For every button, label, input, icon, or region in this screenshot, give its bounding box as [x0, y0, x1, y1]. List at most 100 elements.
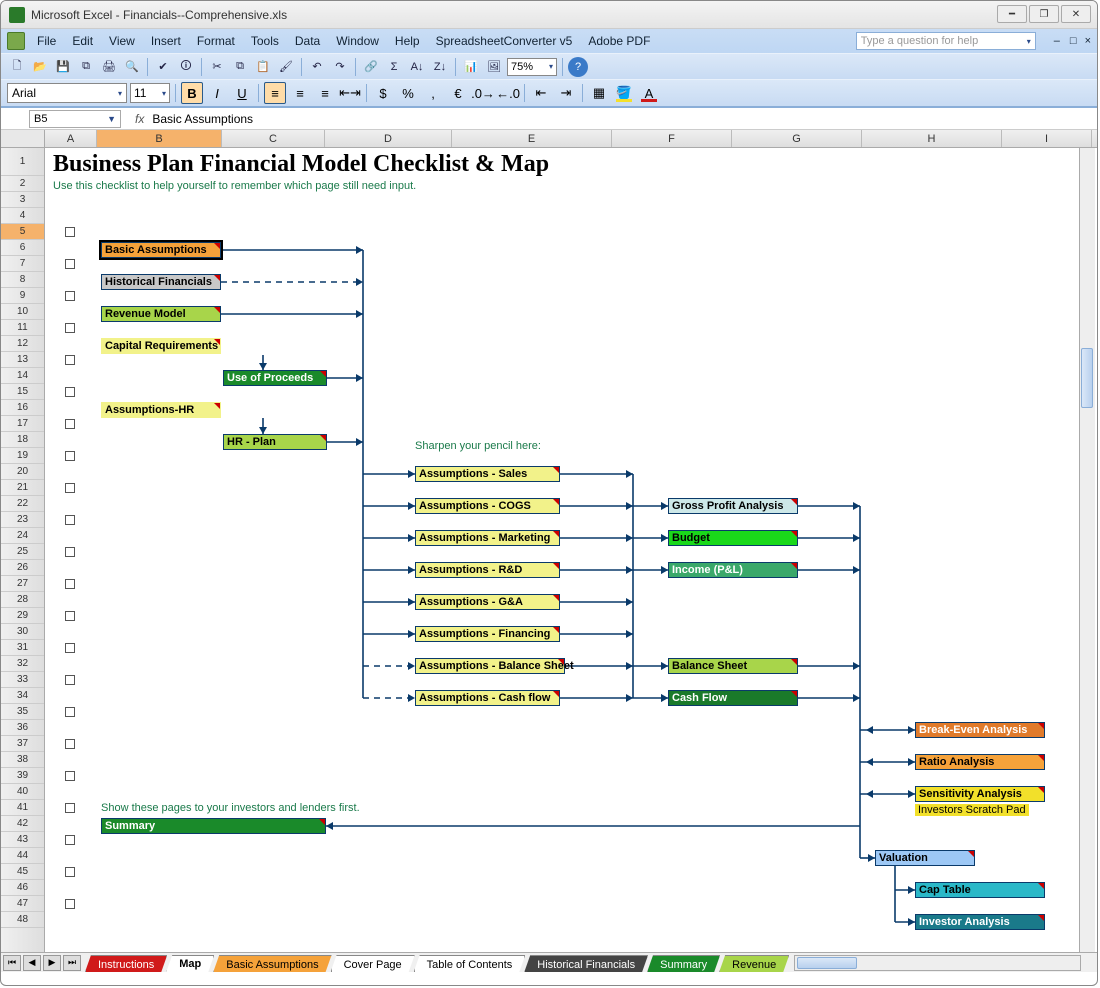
- checkbox-row-43[interactable]: [65, 835, 75, 845]
- spellcheck-icon[interactable]: ✔: [153, 57, 173, 77]
- format-painter-icon[interactable]: 🖌: [276, 57, 296, 77]
- align-center-button[interactable]: ≡: [289, 82, 311, 104]
- checkbox-row-37[interactable]: [65, 739, 75, 749]
- checkbox-row-45[interactable]: [65, 867, 75, 877]
- euro-button[interactable]: €: [447, 82, 469, 104]
- menu-file[interactable]: File: [29, 32, 64, 50]
- horizontal-scroll-thumb[interactable]: [797, 957, 857, 969]
- node-budget[interactable]: Budget: [668, 530, 798, 546]
- print-icon[interactable]: 🖨: [99, 57, 119, 77]
- checkbox-row-7[interactable]: [65, 259, 75, 269]
- menu-view[interactable]: View: [101, 32, 143, 50]
- row-header-40[interactable]: 40: [1, 784, 44, 800]
- row-header-5[interactable]: 5: [1, 224, 44, 240]
- drawing-icon[interactable]: 🖼: [484, 57, 504, 77]
- node-ard[interactable]: Assumptions - R&D: [415, 562, 560, 578]
- col-header-G[interactable]: G: [732, 130, 862, 147]
- col-header-A[interactable]: A: [45, 130, 97, 147]
- row-header-29[interactable]: 29: [1, 608, 44, 624]
- zoom-combobox[interactable]: 75%▾: [507, 58, 557, 76]
- checkbox-row-27[interactable]: [65, 579, 75, 589]
- sheet-tab-basic-assumptions[interactable]: Basic Assumptions: [213, 955, 331, 972]
- checkbox-row-41[interactable]: [65, 803, 75, 813]
- underline-button[interactable]: U: [231, 82, 253, 104]
- node-bea[interactable]: Break-Even Analysis: [915, 722, 1045, 738]
- doc-minimize[interactable]: –: [1054, 35, 1060, 47]
- sort-desc-icon[interactable]: Z↓: [430, 57, 450, 77]
- row-header-21[interactable]: 21: [1, 480, 44, 496]
- node-basic[interactable]: Basic Assumptions: [101, 242, 221, 258]
- fx-icon[interactable]: fx: [135, 112, 144, 126]
- node-afin[interactable]: Assumptions - Financing: [415, 626, 560, 642]
- node-amkt[interactable]: Assumptions - Marketing: [415, 530, 560, 546]
- row-header-17[interactable]: 17: [1, 416, 44, 432]
- horizontal-scrollbar[interactable]: [794, 955, 1081, 971]
- sheet-tab-summary[interactable]: Summary: [647, 955, 720, 972]
- row-header-11[interactable]: 11: [1, 320, 44, 336]
- undo-icon[interactable]: ↶: [307, 57, 327, 77]
- decrease-decimal-button[interactable]: ←.0: [497, 82, 519, 104]
- node-hist[interactable]: Historical Financials: [101, 274, 221, 290]
- menu-data[interactable]: Data: [287, 32, 328, 50]
- node-ratio[interactable]: Ratio Analysis: [915, 754, 1045, 770]
- node-invan[interactable]: Investor Analysis: [915, 914, 1045, 930]
- row-header-8[interactable]: 8: [1, 272, 44, 288]
- row-header-46[interactable]: 46: [1, 880, 44, 896]
- node-acf[interactable]: Assumptions - Cash flow: [415, 690, 560, 706]
- save-icon[interactable]: 💾: [53, 57, 73, 77]
- node-valuation[interactable]: Valuation: [875, 850, 975, 866]
- doc-close[interactable]: ×: [1085, 35, 1091, 47]
- row-header-39[interactable]: 39: [1, 768, 44, 784]
- help-icon[interactable]: ?: [568, 57, 588, 77]
- node-acogs[interactable]: Assumptions - COGS: [415, 498, 560, 514]
- menu-tools[interactable]: Tools: [243, 32, 287, 50]
- row-header-4[interactable]: 4: [1, 208, 44, 224]
- align-left-button[interactable]: ≡: [264, 82, 286, 104]
- borders-button[interactable]: ▦: [588, 82, 610, 104]
- checkbox-row-47[interactable]: [65, 899, 75, 909]
- vertical-scrollbar[interactable]: [1079, 148, 1095, 952]
- menu-spreadsheetconverter[interactable]: SpreadsheetConverter v5: [428, 32, 581, 50]
- row-header-13[interactable]: 13: [1, 352, 44, 368]
- font-color-button[interactable]: A: [638, 82, 660, 104]
- new-doc-icon[interactable]: 🗋: [7, 57, 27, 77]
- checkbox-row-11[interactable]: [65, 323, 75, 333]
- menu-adobe-pdf[interactable]: Adobe PDF: [580, 32, 658, 50]
- col-header-E[interactable]: E: [452, 130, 612, 147]
- research-icon[interactable]: 🛈: [176, 57, 196, 77]
- checkbox-row-5[interactable]: [65, 227, 75, 237]
- node-sens[interactable]: Sensitivity Analysis: [915, 786, 1045, 802]
- vertical-scroll-thumb[interactable]: [1081, 348, 1093, 408]
- node-abs[interactable]: Assumptions - Balance Sheet: [415, 658, 565, 674]
- row-header-44[interactable]: 44: [1, 848, 44, 864]
- row-header-32[interactable]: 32: [1, 656, 44, 672]
- col-header-B[interactable]: B: [97, 130, 222, 147]
- select-all-corner[interactable]: [1, 130, 45, 147]
- checkbox-row-17[interactable]: [65, 419, 75, 429]
- comma-button[interactable]: ,: [422, 82, 444, 104]
- percent-button[interactable]: %: [397, 82, 419, 104]
- row-header-38[interactable]: 38: [1, 752, 44, 768]
- row-header-1[interactable]: 1: [1, 148, 44, 176]
- row-header-12[interactable]: 12: [1, 336, 44, 352]
- row-header-18[interactable]: 18: [1, 432, 44, 448]
- cells-grid[interactable]: Business Plan Financial Model Checklist …: [45, 148, 1097, 952]
- row-header-26[interactable]: 26: [1, 560, 44, 576]
- node-hrplan[interactable]: HR - Plan: [223, 434, 327, 450]
- currency-button[interactable]: $: [372, 82, 394, 104]
- formula-value[interactable]: Basic Assumptions: [152, 112, 253, 126]
- row-header-35[interactable]: 35: [1, 704, 44, 720]
- node-ahr[interactable]: Assumptions-HR: [101, 402, 221, 418]
- maximize-button[interactable]: ❐: [1029, 5, 1059, 23]
- checkbox-row-39[interactable]: [65, 771, 75, 781]
- tab-nav-first[interactable]: ⏮: [3, 955, 21, 971]
- row-header-43[interactable]: 43: [1, 832, 44, 848]
- node-rev[interactable]: Revenue Model: [101, 306, 221, 322]
- col-header-F[interactable]: F: [612, 130, 732, 147]
- menu-edit[interactable]: Edit: [64, 32, 101, 50]
- node-cflow[interactable]: Cash Flow: [668, 690, 798, 706]
- sheet-tab-table-of-contents[interactable]: Table of Contents: [414, 955, 526, 972]
- checkbox-row-25[interactable]: [65, 547, 75, 557]
- sheet-tab-instructions[interactable]: Instructions: [85, 955, 167, 972]
- row-header-6[interactable]: 6: [1, 240, 44, 256]
